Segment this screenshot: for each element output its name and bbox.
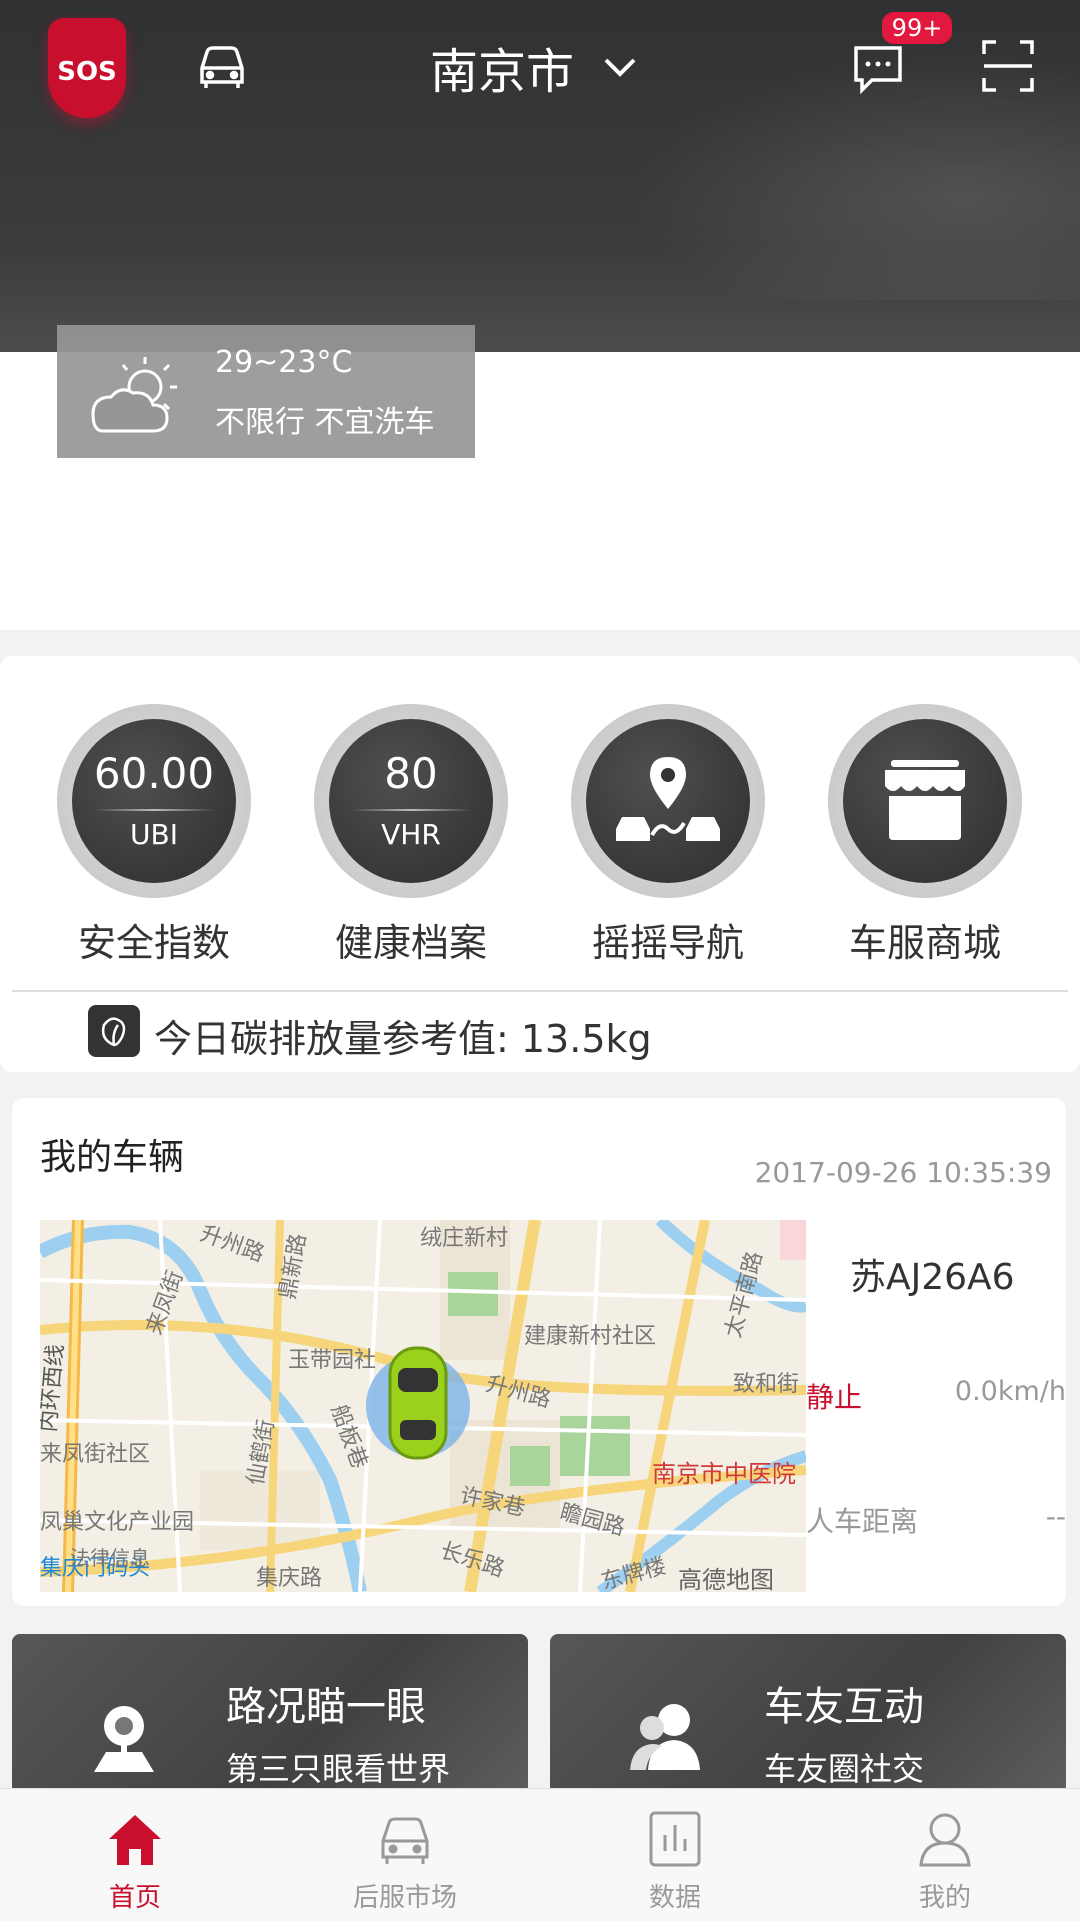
tab-data-label: 数据: [648, 1883, 701, 1913]
map-label: 致和街: [733, 1372, 800, 1397]
car-friends-subtitle: 车友圈社交: [764, 1750, 925, 1788]
map-label: 南京市中医院: [652, 1460, 796, 1488]
safety-index-button[interactable]: 60.00 UBI 安全指数: [54, 704, 254, 967]
sos-button[interactable]: SOS: [48, 18, 126, 118]
navigation-ring: [571, 704, 765, 898]
ubi-score-value: 60.00: [93, 749, 215, 798]
weather-card[interactable]: 29~23°C 不限行 不宜洗车: [57, 325, 475, 458]
tab-mine[interactable]: 我的: [810, 1789, 1080, 1921]
tab-mine-label: 我的: [918, 1883, 971, 1913]
temperature: 29~23°C: [215, 345, 353, 380]
bottom-tab-bar: 首页 后服市场 数据 我的: [0, 1788, 1080, 1921]
navigation-icon: [616, 757, 720, 841]
my-vehicle-card[interactable]: 我的车辆 2017-09-26 10:35:39 绒庄新村 升州路 鼎新路 来凤…: [12, 1098, 1066, 1606]
home-icon: [109, 1815, 161, 1865]
partly-cloudy-icon: [91, 357, 177, 433]
sos-label: SOS: [57, 57, 117, 87]
distance-label: 人车距离: [806, 1505, 919, 1538]
store-icon: [885, 760, 965, 840]
message-icon[interactable]: [850, 40, 906, 96]
safety-index-label: 安全指数: [77, 921, 230, 965]
map-label: 玉带园社: [288, 1348, 377, 1373]
health-record-button[interactable]: 80 VHR 健康档案: [311, 704, 511, 967]
car-marker-icon: [388, 1346, 448, 1460]
carbon-emission-text: 今日碳排放量参考值: 13.5kg: [154, 1017, 652, 1061]
chevron-down-icon: [604, 58, 636, 77]
vhr-score-value: 80: [384, 749, 438, 798]
bar-chart-icon: [649, 1811, 701, 1867]
city-name: 南京市: [430, 44, 575, 100]
message-count-badge: 99+: [882, 12, 952, 44]
tab-data[interactable]: 数据: [540, 1789, 810, 1921]
vehicle-speed: 0.0km/h: [954, 1376, 1066, 1407]
friends-icon: [630, 1704, 700, 1770]
tab-aftermarket-label: 后服市场: [352, 1883, 457, 1913]
car-friends-title: 车友互动: [764, 1684, 924, 1730]
distance-value: --: [1045, 1500, 1066, 1533]
city-selector[interactable]: 南京市: [430, 32, 640, 102]
traffic-glance-title: 路况瞄一眼: [226, 1684, 426, 1730]
health-record-label: 健康档案: [334, 921, 487, 965]
scan-icon[interactable]: [980, 38, 1036, 94]
my-vehicle-title: 我的车辆: [40, 1137, 185, 1178]
license-plate: 苏AJ26A6: [850, 1257, 1015, 1298]
tab-home[interactable]: 首页: [0, 1789, 270, 1921]
leaf-icon: [88, 1005, 140, 1057]
tab-aftermarket[interactable]: 后服市场: [270, 1789, 540, 1921]
vhr-score-unit: VHR: [381, 818, 441, 851]
vehicle-timestamp: 2017-09-26 10:35:39: [754, 1156, 1052, 1189]
store-ring: [828, 704, 1022, 898]
tab-home-label: 首页: [108, 1883, 161, 1913]
map-label: 绒庄新村: [420, 1226, 509, 1251]
vehicle-location-map[interactable]: 绒庄新村 升州路 鼎新路 来凤街 建康新村社区 太平南路 玉带园社 升州路 致和…: [40, 1220, 806, 1592]
traffic-glance-card[interactable]: 路况瞄一眼 第三只眼看世界: [12, 1634, 528, 1794]
ubi-score-unit: UBI: [130, 818, 178, 851]
traffic-glance-subtitle: 第三只眼看世界: [226, 1750, 451, 1788]
vhr-score-ring: 80 VHR: [314, 704, 508, 898]
car-icon: [381, 1817, 429, 1864]
user-icon: [919, 1813, 971, 1867]
traffic-camera-icon: [94, 1706, 154, 1772]
map-label: 来凤街社区: [40, 1442, 151, 1467]
shake-navigation-label: 摇摇导航: [591, 921, 744, 965]
map-label: 凤巢文化产业园: [40, 1510, 195, 1535]
traffic-restriction-info: 不限行 不宜洗车: [215, 405, 435, 440]
divider: [12, 990, 1068, 992]
car-service-mall-button[interactable]: 车服商城: [825, 704, 1025, 967]
car-switch-icon[interactable]: [192, 38, 248, 94]
vehicle-status: 静止: [806, 1381, 863, 1414]
car-service-mall-label: 车服商城: [848, 921, 1001, 965]
map-label: 法律信息: [70, 1546, 150, 1570]
ubi-score-ring: 60.00 UBI: [57, 704, 251, 898]
shake-navigation-button[interactable]: 摇摇导航: [568, 704, 768, 967]
car-friends-card[interactable]: 车友互动 车友圈社交: [550, 1634, 1066, 1794]
map-label: 建康新村社区: [524, 1324, 657, 1349]
map-label: 集庆路: [256, 1566, 323, 1591]
map-attribution: 高德地图: [678, 1566, 774, 1592]
